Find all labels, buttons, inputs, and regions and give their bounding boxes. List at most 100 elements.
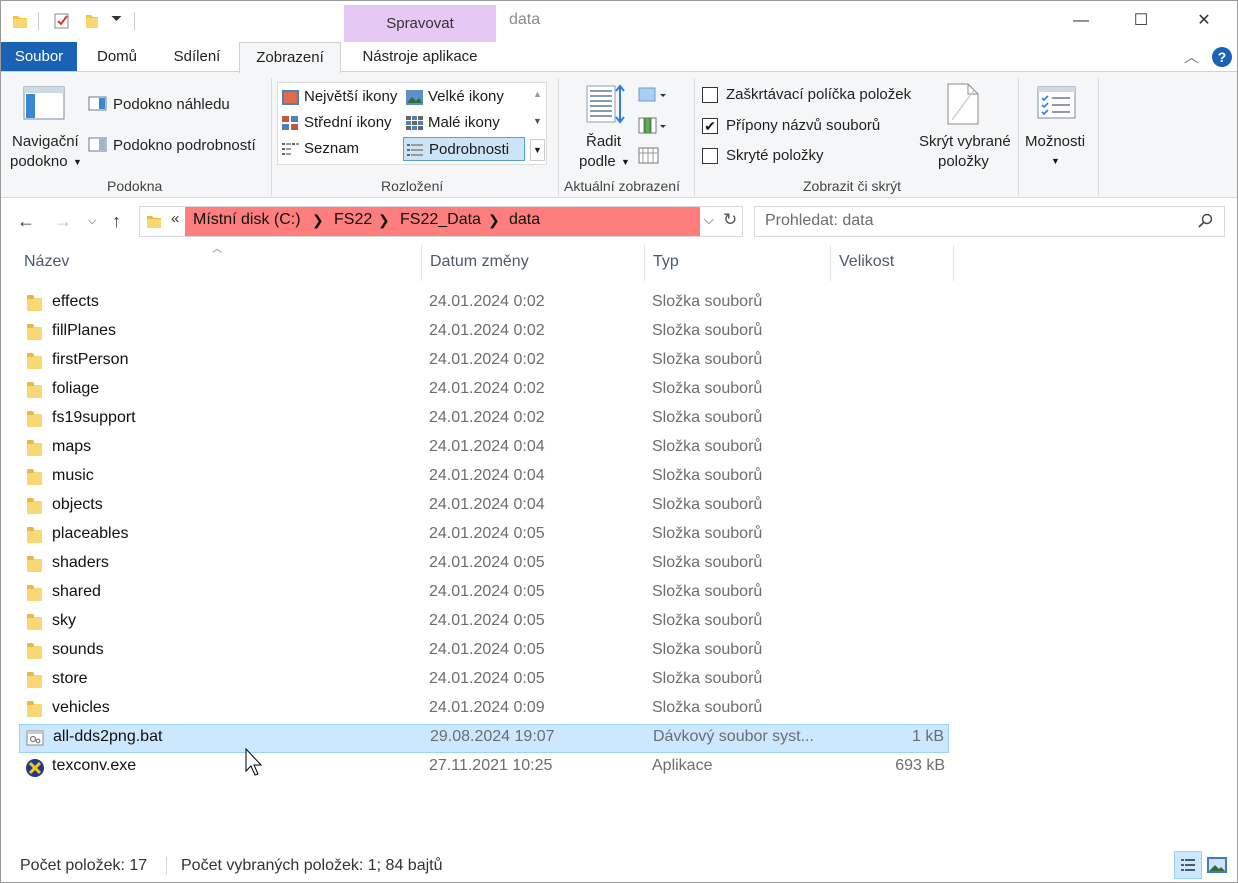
crumb-fs22[interactable]: FS22 — [334, 211, 372, 229]
gallery-expand-icon[interactable]: ▼ — [530, 139, 545, 161]
details-pane-button[interactable]: Podokno podrobností — [113, 137, 256, 154]
recent-locations-icon[interactable]: ⌵ — [88, 215, 96, 228]
file-name: store — [52, 670, 88, 687]
folder-icon — [27, 498, 42, 514]
hidden-items-label[interactable]: Skryté položky — [726, 147, 824, 164]
file-date: 24.01.2024 0:05 — [429, 612, 545, 629]
dropdown-arrow-icon[interactable]: ▼ — [621, 157, 630, 167]
dropdown-arrow-icon[interactable]: ▼ — [1051, 156, 1060, 166]
sort-by-button[interactable]: Řadit — [586, 133, 621, 150]
divider[interactable] — [644, 245, 645, 281]
item-checkboxes-checkbox[interactable] — [702, 87, 718, 103]
file-row[interactable]: foliage 24.01.2024 0:02 Složka souborů — [19, 376, 949, 405]
column-header-type[interactable]: Typ — [653, 253, 679, 271]
crumb-data[interactable]: data — [509, 211, 540, 229]
size-columns-icon[interactable] — [638, 145, 660, 169]
divider[interactable] — [953, 245, 954, 281]
layout-list[interactable]: Seznam — [279, 137, 401, 161]
file-row[interactable]: shared 24.01.2024 0:05 Složka souborů — [19, 579, 949, 608]
up-arrow-icon[interactable]: ↑ — [112, 211, 121, 232]
navigation-pane-button[interactable]: Navigační — [12, 133, 79, 150]
hidden-items-checkbox[interactable] — [702, 148, 718, 164]
properties-icon[interactable] — [53, 12, 71, 30]
file-extensions-checkbox[interactable]: ✔ — [702, 118, 718, 134]
add-columns-icon[interactable] — [638, 115, 668, 139]
collapse-ribbon-icon[interactable]: ︿ — [1184, 46, 1199, 67]
tab-app-tools[interactable]: Nástroje aplikace — [346, 42, 494, 72]
tab-share[interactable]: Sdílení — [160, 42, 234, 72]
file-row[interactable]: effects 24.01.2024 0:02 Složka souborů — [19, 289, 949, 318]
preview-pane-button[interactable]: Podokno náhledu — [113, 96, 230, 113]
divider[interactable] — [830, 245, 831, 281]
address-bar[interactable]: « Místní disk (C:) ❯ FS22 ❯ FS22_Data ❯ … — [139, 206, 743, 237]
layout-details[interactable]: Podrobnosti — [403, 137, 525, 161]
file-row[interactable]: fs19support 24.01.2024 0:02 Složka souborů — [19, 405, 949, 434]
file-row[interactable]: objects 24.01.2024 0:04 Složka souborů — [19, 492, 949, 521]
crumb-local-disk[interactable]: Místní disk (C:) — [193, 211, 301, 229]
file-row[interactable]: placeables 24.01.2024 0:05 Složka souborů — [19, 521, 949, 550]
column-header-size[interactable]: Velikost — [839, 253, 894, 271]
search-input[interactable]: Prohledat: data — [765, 212, 874, 230]
divider[interactable] — [421, 245, 422, 281]
customize-toolbar-icon[interactable]: ⏷ — [111, 10, 122, 27]
maximize-button[interactable]: ☐ — [1118, 0, 1164, 42]
help-icon[interactable]: ? — [1212, 47, 1232, 67]
details-view-toggle[interactable] — [1174, 851, 1202, 879]
new-folder-icon[interactable] — [83, 12, 101, 30]
file-name: shaders — [52, 554, 109, 571]
folder-icon[interactable] — [11, 12, 29, 30]
file-extensions-label[interactable]: Přípony názvů souborů — [726, 117, 880, 134]
layout-large-icons[interactable]: Velké ikony — [403, 85, 525, 109]
crumb-fs22-data[interactable]: FS22_Data — [400, 211, 481, 229]
file-row[interactable]: all-dds2png.bat 29.08.2024 19:07 Dávkový… — [19, 724, 949, 753]
large-icons-view-icon[interactable] — [1206, 856, 1228, 878]
search-icon[interactable] — [1198, 213, 1214, 233]
file-name: fillPlanes — [52, 322, 117, 339]
address-dropdown-icon[interactable]: ⌵ — [704, 212, 714, 228]
selection-info: Počet vybraných položek: 1; 84 bajtů — [181, 857, 443, 874]
options-button[interactable]: Možnosti — [1025, 133, 1085, 150]
back-arrow-icon[interactable]: ← — [17, 211, 35, 232]
file-row[interactable]: firstPerson 24.01.2024 0:02 Složka souborů — [19, 347, 949, 376]
file-name: sounds — [52, 641, 104, 658]
column-header-date[interactable]: Datum změny — [430, 253, 529, 271]
ribbon: Navigační podokno ▼ Podokno náhledu Podo… — [1, 71, 1237, 198]
file-row[interactable]: shaders 24.01.2024 0:05 Složka souborů — [19, 550, 949, 579]
column-header-name[interactable]: Název — [24, 253, 69, 271]
chevron-right-icon[interactable]: ❯ — [378, 212, 390, 229]
gallery-scroll-up-icon[interactable]: ▲ — [533, 89, 542, 99]
search-box[interactable]: Prohledat: data — [754, 206, 1225, 237]
layout-small-icons[interactable]: Malé ikony — [403, 111, 525, 135]
layout-extra-large-icons[interactable]: Největší ikony — [279, 85, 401, 109]
dropdown-arrow-icon[interactable]: ▼ — [73, 157, 82, 167]
overflow-crumbs[interactable]: « — [171, 210, 179, 227]
file-row[interactable]: fillPlanes 24.01.2024 0:02 Složka souborů — [19, 318, 949, 347]
navigation-pane-label[interactable]: podokno — [10, 153, 68, 170]
forward-arrow-icon[interactable]: → — [54, 211, 72, 232]
layout-medium-icons[interactable]: Střední ikony — [279, 111, 401, 135]
tab-home[interactable]: Domů — [83, 42, 151, 72]
file-row[interactable]: store 24.01.2024 0:05 Složka souborů — [19, 666, 949, 695]
chevron-right-icon[interactable]: ❯ — [312, 212, 324, 229]
file-row[interactable]: vehicles 24.01.2024 0:09 Složka souborů — [19, 695, 949, 724]
minimize-button[interactable]: — — [1058, 0, 1104, 42]
chevron-right-icon[interactable]: ❯ — [488, 212, 500, 229]
hide-selected-label[interactable]: položky — [938, 153, 989, 170]
tab-view[interactable]: Zobrazení — [239, 42, 341, 73]
hide-selected-button[interactable]: Skrýt vybrané — [919, 133, 1011, 150]
file-name: fs19support — [52, 409, 136, 426]
file-date: 24.01.2024 0:02 — [429, 380, 545, 397]
file-row[interactable]: music 24.01.2024 0:04 Složka souborů — [19, 463, 949, 492]
file-row[interactable]: sky 24.01.2024 0:05 Složka souborů — [19, 608, 949, 637]
tab-file[interactable]: Soubor — [1, 42, 77, 72]
file-row[interactable]: texconv.exe 27.11.2021 10:25 Aplikace 69… — [19, 753, 949, 782]
group-by-icon[interactable] — [638, 86, 668, 108]
file-row[interactable]: sounds 24.01.2024 0:05 Složka souborů — [19, 637, 949, 666]
file-row[interactable]: maps 24.01.2024 0:04 Složka souborů — [19, 434, 949, 463]
item-checkboxes-label[interactable]: Zaškrtávací políčka položek — [726, 86, 911, 103]
sort-by-label[interactable]: podle — [579, 153, 616, 170]
gallery-scroll-down-icon[interactable]: ▼ — [533, 116, 542, 126]
refresh-icon[interactable]: ↻ — [723, 210, 737, 230]
file-date: 24.01.2024 0:05 — [429, 670, 545, 687]
close-button[interactable]: ✕ — [1181, 0, 1227, 42]
